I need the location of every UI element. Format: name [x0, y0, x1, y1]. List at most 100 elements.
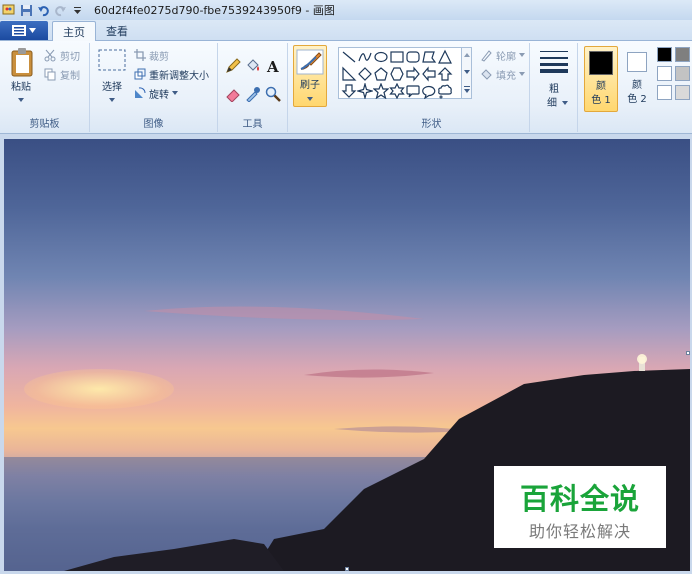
cut-button[interactable]: 剪切 — [44, 47, 80, 63]
oval-callout-shape-icon[interactable] — [421, 83, 437, 99]
six-point-star-shape-icon[interactable] — [389, 83, 405, 99]
rounded-callout-shape-icon[interactable] — [405, 83, 421, 99]
brush-icon — [296, 49, 324, 75]
fill-label: 填充 — [496, 70, 516, 82]
gallery-expand-icon[interactable] — [464, 86, 470, 93]
arrow-up-shape-icon[interactable] — [437, 66, 453, 82]
scroll-down-icon[interactable] — [464, 70, 470, 74]
resize-button[interactable]: 重新调整大小 — [134, 66, 209, 82]
palette-swatch[interactable] — [657, 66, 672, 81]
palette-swatch[interactable] — [657, 47, 672, 62]
right-triangle-shape-icon[interactable] — [341, 66, 357, 82]
watermark-subtitle: 助你轻松解决 — [528, 522, 631, 541]
palette-swatch[interactable] — [657, 85, 672, 100]
svg-text:A: A — [266, 58, 279, 74]
rotate-label: 旋转 — [149, 89, 169, 101]
resize-handle-bottom[interactable] — [345, 567, 349, 571]
outline-label: 轮廓 — [496, 51, 516, 63]
pencil-icon — [226, 58, 241, 73]
resize-handle-right[interactable] — [686, 351, 690, 355]
fill-icon — [481, 68, 492, 80]
ribbon: 粘贴 剪切 复制 剪贴板 选择 裁剪 重新调整大小 旋转 图像 A 工具 刷子 … — [0, 41, 692, 134]
line-shape-icon[interactable] — [341, 49, 357, 65]
save-icon[interactable] — [19, 3, 33, 17]
cut-label: 剪切 — [60, 51, 80, 63]
rotate-button[interactable]: 旋转 — [134, 85, 178, 101]
triangle-shape-icon[interactable] — [437, 49, 453, 65]
paste-button[interactable]: 粘贴 — [4, 45, 38, 109]
color1-label-1: 颜 — [596, 81, 606, 92]
oval-shape-icon[interactable] — [373, 49, 389, 65]
size-label-1: 粗 — [549, 84, 559, 95]
shapes-group-label: 形状 — [421, 119, 442, 130]
palette-swatch[interactable] — [675, 47, 690, 62]
five-point-star-shape-icon[interactable] — [373, 83, 389, 99]
text-tool[interactable]: A — [264, 57, 282, 75]
tab-view[interactable]: 查看 — [96, 21, 138, 41]
four-point-star-shape-icon[interactable] — [357, 83, 373, 99]
color2-label-1: 颜 — [632, 80, 642, 91]
arrow-right-shape-icon[interactable] — [405, 66, 421, 82]
image-group-label: 图像 — [143, 119, 164, 130]
color1-button[interactable]: 颜 色 1 — [584, 46, 618, 112]
fill-tool[interactable] — [244, 57, 262, 75]
color2-button[interactable]: 颜 色 2 — [621, 46, 655, 112]
shapes-scrollbar[interactable] — [461, 48, 471, 98]
select-button[interactable]: 选择 — [96, 47, 128, 109]
watermark-title: 百科全说 — [519, 482, 640, 516]
scroll-up-icon[interactable] — [464, 53, 470, 57]
pencil-tool[interactable] — [224, 57, 242, 75]
customize-toolbar-icon[interactable] — [70, 3, 84, 17]
menu-icon — [12, 25, 26, 36]
paint-menu-button[interactable] — [0, 21, 48, 40]
chevron-down-icon — [29, 28, 36, 33]
title-bar: 60d2f4fe0275d790-fbe7539243950f9 - 画图 — [0, 0, 692, 20]
size-button[interactable]: 粗 细 — [538, 47, 570, 113]
quick-access-toolbar — [2, 0, 84, 20]
arrow-left-shape-icon[interactable] — [421, 66, 437, 82]
diamond-shape-icon[interactable] — [357, 66, 373, 82]
tools-group-label: 工具 — [242, 119, 263, 130]
copy-button[interactable]: 复制 — [44, 66, 80, 82]
curve-shape-icon[interactable] — [357, 49, 373, 65]
image-group: 选择 裁剪 重新调整大小 旋转 图像 — [90, 43, 218, 132]
paint-app-icon[interactable] — [2, 3, 16, 17]
arrow-down-shape-icon[interactable] — [341, 83, 357, 99]
eraser-tool[interactable] — [224, 85, 242, 103]
magnifier-tool[interactable] — [264, 85, 282, 103]
outline-icon — [481, 49, 492, 62]
polygon-shape-icon[interactable] — [421, 49, 437, 65]
color-picker-tool[interactable] — [244, 85, 262, 103]
palette-swatch[interactable] — [675, 85, 690, 100]
rounded-rectangle-shape-icon[interactable] — [405, 49, 421, 65]
copy-icon — [44, 68, 56, 80]
chevron-down-icon — [172, 91, 178, 95]
scissors-icon — [44, 49, 56, 61]
rectangle-shape-icon[interactable] — [389, 49, 405, 65]
text-icon: A — [266, 58, 279, 74]
paint-bucket-icon — [247, 59, 259, 71]
shapes-gallery — [338, 47, 472, 99]
tab-home[interactable]: 主页 — [52, 21, 96, 42]
chevron-down-icon — [109, 98, 115, 102]
cloud-callout-shape-icon[interactable] — [437, 83, 453, 99]
redo-icon[interactable] — [53, 3, 67, 17]
hexagon-shape-icon[interactable] — [389, 66, 405, 82]
crop-label: 裁剪 — [149, 51, 169, 63]
brush-label: 刷子 — [300, 80, 320, 91]
color2-swatch — [627, 52, 647, 72]
undo-icon[interactable] — [36, 3, 50, 17]
chevron-down-icon — [18, 98, 24, 102]
brush-button[interactable]: 刷子 — [293, 45, 327, 107]
crop-button[interactable]: 裁剪 — [134, 47, 169, 63]
watermark: 百科全说 助你轻松解决 — [494, 466, 666, 548]
select-label: 选择 — [102, 82, 122, 93]
color1-swatch — [589, 51, 613, 75]
fill-button[interactable]: 填充 — [480, 66, 525, 82]
pentagon-shape-icon[interactable] — [373, 66, 389, 82]
clipboard-group: 粘贴 剪切 复制 剪贴板 — [0, 43, 90, 132]
color1-label-2: 色 1 — [591, 95, 611, 106]
magnifier-icon — [265, 86, 281, 102]
palette-swatch[interactable] — [675, 66, 690, 81]
outline-button[interactable]: 轮廓 — [480, 47, 525, 63]
